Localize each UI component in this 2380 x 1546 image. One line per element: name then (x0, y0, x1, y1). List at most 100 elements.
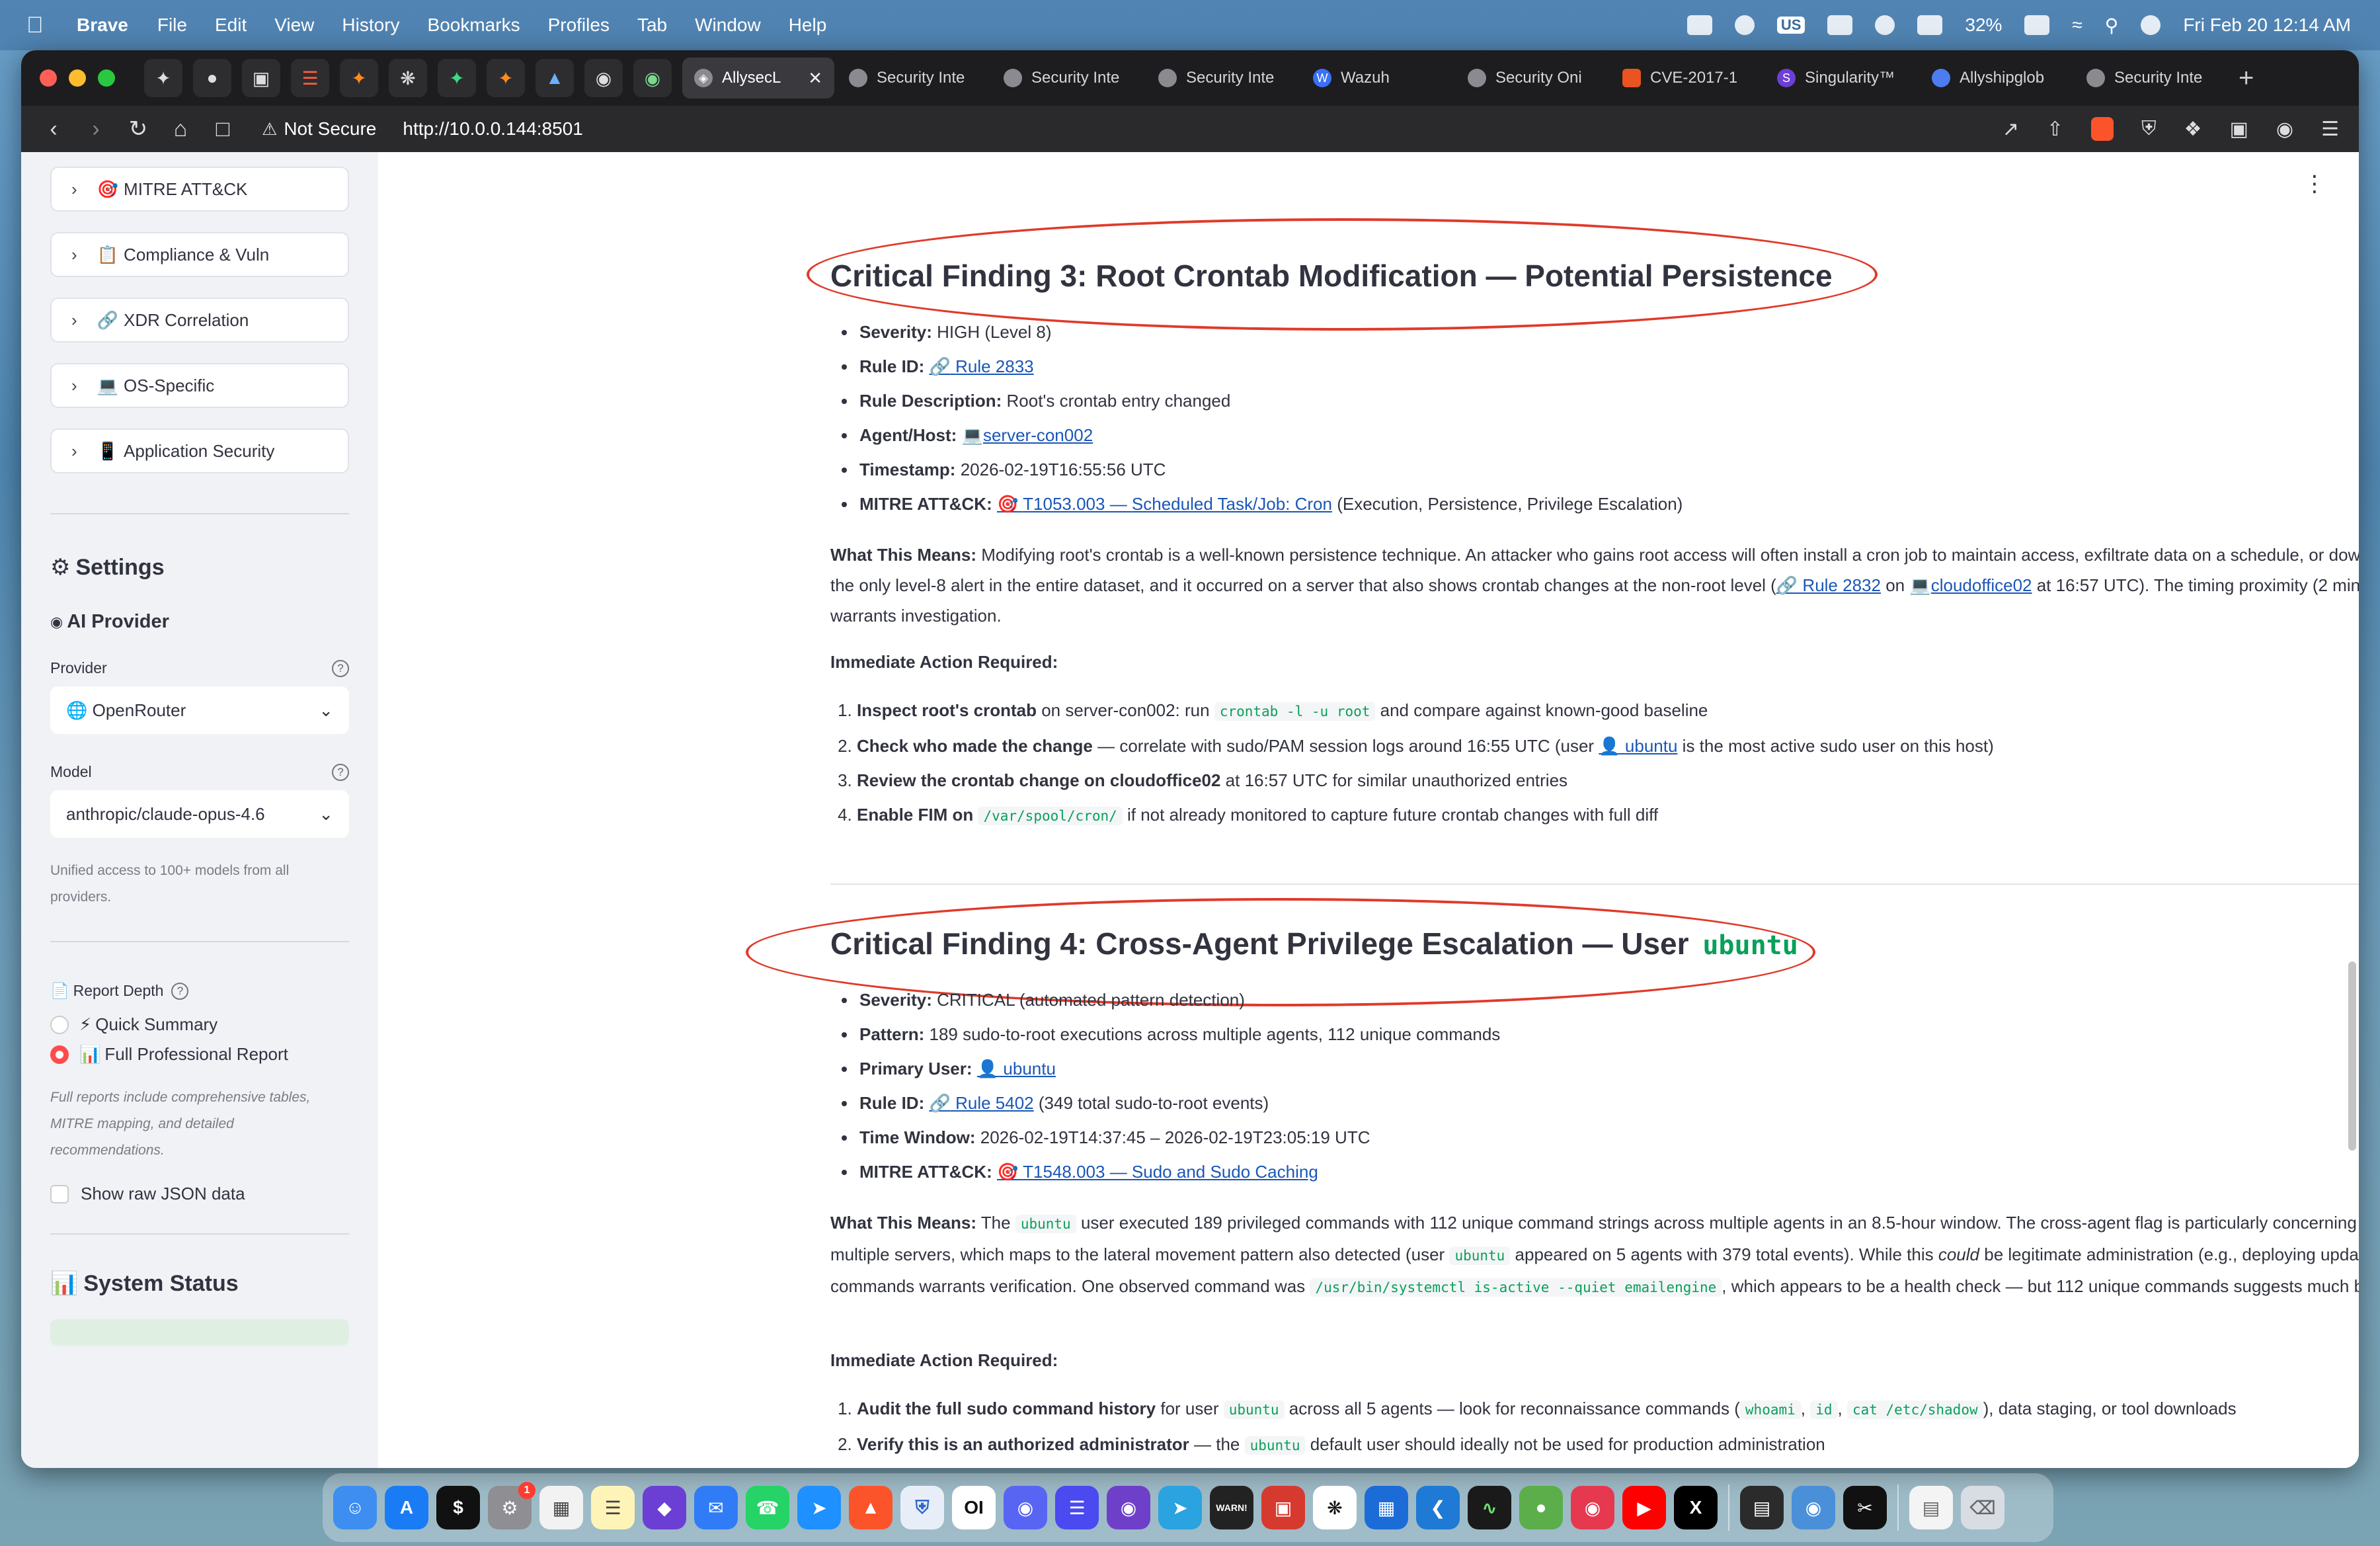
address-bar[interactable]: ⚠ Not Secure http://10.0.0.144:8501 (262, 118, 583, 140)
outline-icon[interactable]: ☰ (1055, 1486, 1099, 1529)
keyboard-layout-badge[interactable]: US (1776, 17, 1805, 34)
mitre-link[interactable]: 🎯 T1548.003 — Sudo and Sudo Caching (997, 1162, 1318, 1182)
menu-icon[interactable]: ☰ (2321, 118, 2339, 141)
more-options-icon[interactable]: ⋮ (2303, 171, 2326, 197)
brave-shields-icon[interactable] (2091, 117, 2114, 141)
pinned-tab-3[interactable]: ▣ (242, 59, 280, 97)
close-tab-icon[interactable]: ✕ (808, 68, 822, 89)
pinned-tab-7[interactable]: ✦ (438, 59, 476, 97)
expander-os[interactable]: › 💻 OS-Specific (50, 363, 349, 408)
spotlight-icon[interactable]: ⚲ (2105, 15, 2119, 36)
open-external-icon[interactable]: ↗ (2003, 118, 2019, 141)
extension-shield-icon[interactable]: ⛨ (2141, 118, 2157, 140)
finder-icon[interactable]: ☺ (333, 1486, 377, 1529)
menu-profiles[interactable]: Profiles (548, 15, 610, 36)
telegram-icon[interactable]: ➤ (1158, 1486, 1202, 1529)
rule-2832-link[interactable]: 🔗 Rule 2832 (1776, 575, 1881, 595)
help-icon[interactable]: ? (171, 982, 189, 1000)
pinned-tab-2[interactable]: ● (193, 59, 231, 97)
pinned-tab-5[interactable]: ✦ (340, 59, 378, 97)
rule-link[interactable]: 🔗 Rule 5402 (929, 1093, 1033, 1113)
screen-share-icon[interactable]: ▣ (1261, 1486, 1305, 1529)
help-icon[interactable]: ? (332, 763, 349, 781)
scrollbar-thumb[interactable] (2348, 961, 2356, 1151)
clock[interactable]: Fri Feb 20 12:14 AM (2183, 15, 2351, 36)
console-warn-icon[interactable]: WARN! (1210, 1486, 1253, 1529)
expander-appsec[interactable]: › 📱 Application Security (50, 428, 349, 473)
provider-select[interactable]: 🌐 OpenRouter ⌄ (50, 686, 349, 734)
mail-icon[interactable]: ✉ (694, 1486, 738, 1529)
vscode-icon[interactable]: ❮ (1416, 1486, 1460, 1529)
expander-compliance[interactable]: › 📋 Compliance & Vuln (50, 232, 349, 277)
back-icon[interactable]: ‹ (44, 116, 63, 142)
trash-icon[interactable]: ⌫ (1961, 1486, 2004, 1529)
tab-security-inte-1[interactable]: Security Inte (837, 58, 989, 99)
not-secure-label[interactable]: Not Secure (284, 118, 376, 140)
radio-quick-summary[interactable]: ⚡ Quick Summary (50, 1014, 349, 1035)
menu-bookmarks[interactable]: Bookmarks (428, 15, 520, 36)
tab-wazuh[interactable]: W Wazuh (1301, 58, 1453, 99)
apple-menu-icon[interactable]:  (26, 13, 53, 38)
brave-icon[interactable]: ▲ (849, 1486, 892, 1529)
tab-allyshipglob[interactable]: Allyshipglob (1920, 58, 2072, 99)
menu-file[interactable]: File (157, 15, 187, 36)
capcut-icon[interactable]: ✂ (1843, 1486, 1887, 1529)
github-desktop-icon[interactable]: ◉ (1107, 1486, 1150, 1529)
safari-icon[interactable]: ➤ (797, 1486, 841, 1529)
storage-icon[interactable]: ◉ (1792, 1486, 1835, 1529)
help-icon[interactable]: ? (332, 659, 349, 677)
chatgpt-icon[interactable]: ❋ (1313, 1486, 1357, 1529)
radio-button-selected[interactable] (50, 1045, 69, 1064)
mitre-link[interactable]: 🎯 T1053.003 — Scheduled Task/Job: Cron (997, 494, 1332, 514)
forward-icon[interactable]: › (86, 116, 106, 142)
x-icon[interactable]: X (1674, 1486, 1718, 1529)
ubuntu-user-link[interactable]: 👤 ubuntu (977, 1059, 1056, 1078)
ubuntu-user-link[interactable]: 👤 ubuntu (1599, 736, 1677, 756)
tab-security-onion[interactable]: Security Oni (1456, 58, 1608, 99)
scrollbar[interactable] (2344, 152, 2359, 1468)
pinned-tab-1[interactable]: ✦ (144, 59, 182, 97)
cloudoffice-link[interactable]: cloudoffice02 (1931, 575, 2032, 595)
app-menu[interactable]: Brave (77, 15, 128, 36)
new-tab-button[interactable]: + (2239, 63, 2254, 93)
terminal-icon[interactable]: $ (436, 1486, 480, 1529)
menu-help[interactable]: Help (789, 15, 827, 36)
youtube-icon[interactable]: ▶ (1622, 1486, 1666, 1529)
control-center-icon[interactable] (2141, 15, 2161, 35)
sidebar-toggle-icon[interactable]: ▣ (2230, 118, 2248, 141)
github-icon[interactable]: ◉ (584, 59, 623, 97)
stats-icon[interactable]: ▤ (1740, 1486, 1784, 1529)
close-window-button[interactable] (40, 69, 57, 87)
menu-tab[interactable]: Tab (637, 15, 667, 36)
wallet-icon[interactable]: ◉ (2276, 118, 2293, 141)
minimize-window-button[interactable] (69, 69, 86, 87)
zoom-window-button[interactable] (98, 69, 115, 87)
pinned-tab-4[interactable]: ☰ (291, 59, 329, 97)
tab-allysec[interactable]: ◈ AllysecL ✕ (682, 58, 834, 99)
windows-app-icon[interactable]: ▦ (1365, 1486, 1408, 1529)
show-raw-json-checkbox[interactable]: Show raw JSON data (50, 1184, 349, 1204)
tab-security-inte-4[interactable]: Security Inte (2075, 58, 2227, 99)
wifi-icon[interactable]: ≈ (2072, 15, 2082, 36)
radio-full-report[interactable]: 📊 Full Professional Report (50, 1044, 349, 1065)
menu-edit[interactable]: Edit (215, 15, 247, 36)
contact-icon[interactable] (1917, 15, 1943, 35)
grid-icon[interactable] (1686, 15, 1712, 35)
menu-history[interactable]: History (342, 15, 399, 36)
share-icon[interactable]: ⇧ (2047, 118, 2063, 141)
obsidian-icon[interactable]: ◆ (643, 1486, 686, 1529)
expander-xdr[interactable]: › 🔗 XDR Correlation (50, 298, 349, 343)
notes-icon[interactable]: ☰ (591, 1486, 635, 1529)
whatsapp-icon[interactable]: ☎ (746, 1486, 789, 1529)
calendar-icon[interactable]: ▦ (539, 1486, 583, 1529)
podcast-icon[interactable]: ◉ (1571, 1486, 1614, 1529)
checkbox[interactable] (50, 1184, 69, 1203)
pinned-tab-6[interactable]: ❋ (389, 59, 427, 97)
pinned-tab-11[interactable]: ◉ (633, 59, 672, 97)
menu-view[interactable]: View (274, 15, 314, 36)
menu-window[interactable]: Window (695, 15, 761, 36)
broadcast-icon[interactable] (1734, 15, 1755, 35)
document-icon[interactable]: ▤ (1909, 1486, 1953, 1529)
pinned-tab-9[interactable]: ▲ (536, 59, 574, 97)
discord-icon[interactable]: ◉ (1004, 1486, 1047, 1529)
